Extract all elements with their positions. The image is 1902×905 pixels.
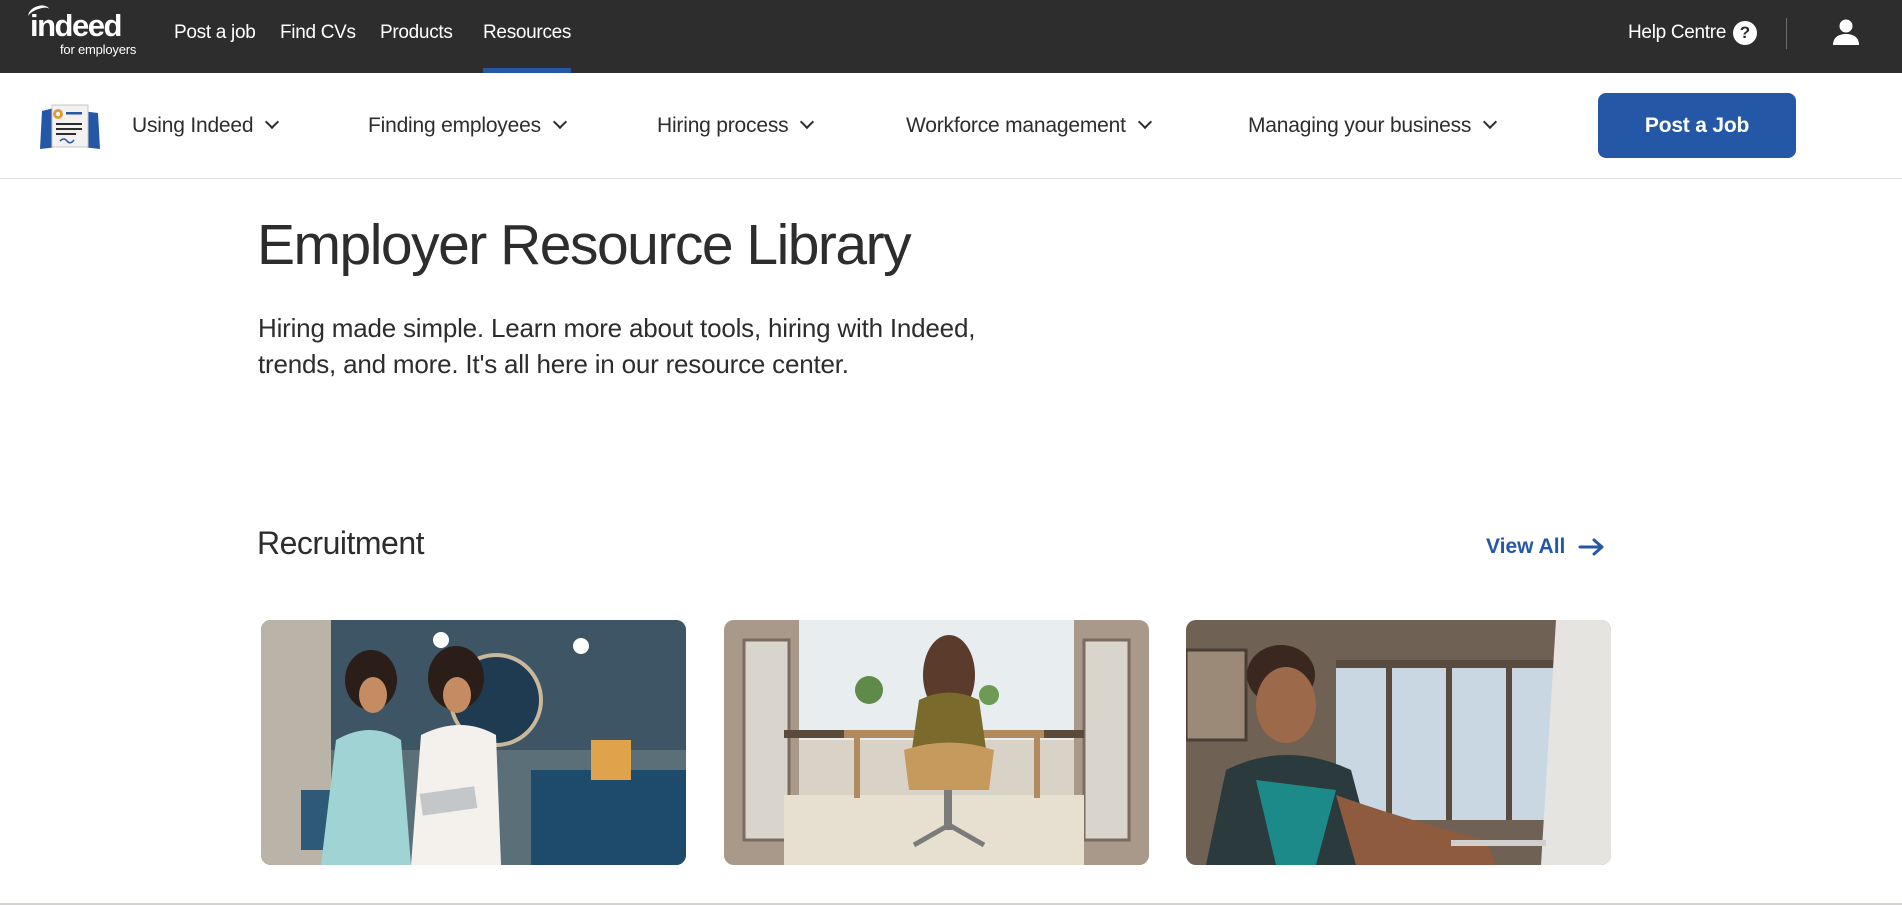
article-card-image[interactable] bbox=[1186, 620, 1611, 865]
logo-subtitle: for employers bbox=[60, 42, 137, 57]
divider bbox=[1786, 18, 1787, 49]
article-card-image[interactable] bbox=[261, 620, 686, 865]
nav-using-indeed-label: Using Indeed bbox=[132, 114, 254, 137]
article-card-image[interactable] bbox=[724, 620, 1149, 865]
two-women-looking-at-tablet-photo bbox=[261, 620, 686, 865]
nav-find-cvs[interactable]: Find CVs bbox=[280, 0, 356, 73]
document-illustration-icon[interactable] bbox=[38, 103, 102, 151]
nav-finding-employees-label: Finding employees bbox=[368, 114, 541, 137]
nav-managing-your-business[interactable]: Managing your business bbox=[1248, 73, 1498, 179]
nav-hiring-process[interactable]: Hiring process bbox=[657, 73, 815, 179]
nav-products[interactable]: Products bbox=[380, 0, 453, 73]
nav-workforce-management[interactable]: Workforce management bbox=[906, 73, 1152, 179]
top-navigation-bar: indeed for employers Post a job Find CVs… bbox=[0, 0, 1902, 73]
nav-using-indeed[interactable]: Using Indeed bbox=[132, 73, 280, 179]
nav-workforce-management-label: Workforce management bbox=[906, 114, 1126, 137]
nav-hiring-process-label: Hiring process bbox=[657, 114, 789, 137]
resource-category-nav: Using Indeed Finding employees Hiring pr… bbox=[0, 73, 1902, 179]
arrow-right-icon bbox=[1578, 538, 1604, 556]
nav-managing-your-business-label: Managing your business bbox=[1248, 114, 1472, 137]
logo-wordmark: indeed bbox=[30, 8, 122, 43]
woman-at-desk-by-window-photo bbox=[724, 620, 1149, 865]
help-centre-link[interactable]: Help Centre bbox=[1628, 0, 1726, 66]
page-title: Employer Resource Library bbox=[257, 213, 912, 277]
view-all-label: View All bbox=[1486, 535, 1566, 558]
chevron-down-icon bbox=[1483, 114, 1498, 130]
chevron-down-icon bbox=[265, 114, 280, 130]
section-title-recruitment: Recruitment bbox=[257, 525, 425, 561]
woman-typing-on-laptop-photo bbox=[1186, 620, 1611, 865]
intro-text: Hiring made simple. Learn more about too… bbox=[258, 313, 976, 379]
indeed-for-employers-logo[interactable]: indeed for employers bbox=[26, 2, 148, 60]
chevron-down-icon bbox=[1137, 114, 1152, 130]
nav-resources[interactable]: Resources bbox=[483, 0, 571, 73]
question-icon[interactable]: ? bbox=[1733, 21, 1757, 45]
view-all-link[interactable]: View All bbox=[1486, 530, 1604, 564]
chevron-down-icon bbox=[552, 114, 567, 130]
post-a-job-button[interactable]: Post a Job bbox=[1598, 93, 1796, 158]
chevron-down-icon bbox=[800, 114, 815, 130]
nav-finding-employees[interactable]: Finding employees bbox=[368, 73, 567, 179]
person-icon[interactable] bbox=[1832, 18, 1860, 48]
nav-post-a-job[interactable]: Post a job bbox=[174, 0, 256, 73]
